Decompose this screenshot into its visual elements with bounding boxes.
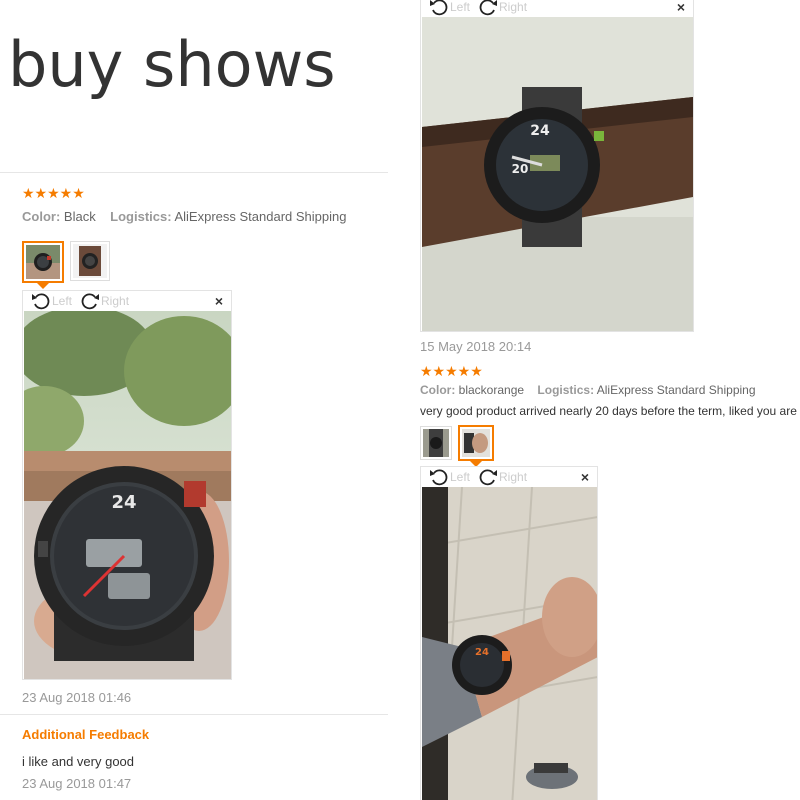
- close-icon[interactable]: ×: [677, 0, 685, 15]
- close-icon[interactable]: ×: [581, 469, 589, 485]
- rotate-right-icon: [479, 0, 498, 16]
- viewer-toolbar: Left Right ×: [421, 0, 693, 17]
- rotate-right-icon: [81, 293, 100, 310]
- watch-on-wrist-photo: 24 20: [422, 17, 693, 331]
- close-icon[interactable]: ×: [215, 293, 223, 309]
- rotate-left-button[interactable]: Left: [429, 0, 470, 16]
- color-value: Black: [63, 209, 96, 224]
- rotate-right-button[interactable]: Right: [478, 468, 527, 486]
- watch-on-hand-photo: 24: [24, 311, 231, 679]
- rotate-left-button[interactable]: Left: [429, 468, 470, 486]
- rotate-left-icon: [430, 0, 448, 16]
- svg-text:24: 24: [475, 647, 489, 658]
- review-comment: very good product arrived nearly 20 days…: [420, 404, 800, 418]
- rotate-left-label: Left: [450, 0, 471, 14]
- review-meta: Color: Black Logistics: AliExpress Stand…: [22, 209, 346, 224]
- watch-photo-thumbnail-image: [73, 244, 107, 278]
- rotate-right-label: Right: [101, 294, 130, 308]
- rating-stars: ★★★★★: [420, 363, 483, 379]
- additional-feedback-date: 23 Aug 2018 01:47: [22, 776, 132, 791]
- photo-viewer: Left Right × 24: [22, 290, 232, 680]
- logistics-value: AliExpress Standard Shipping: [174, 209, 347, 224]
- rotate-right-button[interactable]: Right: [478, 0, 527, 16]
- review-photo-thumbnail[interactable]: [420, 426, 452, 460]
- additional-feedback-heading: Additional Feedback: [22, 727, 150, 742]
- viewer-toolbar: Left Right ×: [23, 291, 231, 311]
- review-photo-thumbnail[interactable]: [70, 241, 110, 281]
- review-photo: 24: [422, 487, 597, 800]
- logistics-label: Logistics:: [110, 209, 172, 224]
- photo-viewer: Left Right × 24: [420, 466, 598, 800]
- page-title: buy shows: [8, 28, 336, 101]
- color-label: Color:: [22, 209, 61, 224]
- review-photo-thumbnail[interactable]: [458, 425, 494, 461]
- rotate-left-label: Left: [450, 470, 471, 484]
- active-thumbnail-caret: [37, 283, 49, 289]
- rotate-left-icon: [32, 293, 50, 310]
- rotate-right-button[interactable]: Right: [80, 292, 129, 310]
- divider: [0, 172, 388, 173]
- rotate-right-icon: [479, 469, 498, 486]
- watch-photo-thumbnail-image: [26, 245, 60, 279]
- additional-feedback-text: i like and very good: [22, 754, 135, 769]
- rotate-left-icon: [430, 469, 448, 486]
- rotate-left-label: Left: [52, 294, 73, 308]
- review-photo: 24: [24, 311, 231, 679]
- svg-text:24: 24: [530, 123, 550, 139]
- divider: [0, 714, 388, 715]
- review-date: 23 Aug 2018 01:46: [22, 690, 132, 705]
- logistics-label: Logistics:: [537, 383, 595, 397]
- rotate-right-label: Right: [499, 470, 528, 484]
- color-label: Color:: [420, 383, 456, 397]
- logistics-value: AliExpress Standard Shipping: [596, 383, 756, 397]
- svg-text:24: 24: [111, 492, 136, 513]
- color-value: blackorange: [458, 383, 525, 397]
- photo-viewer: Left Right × 24 20: [420, 0, 694, 332]
- rotate-right-label: Right: [499, 0, 528, 14]
- review-photo: 24 20: [422, 17, 693, 331]
- svg-text:20: 20: [512, 162, 529, 176]
- review-meta: Color: blackorange Logistics: AliExpress…: [420, 383, 756, 397]
- review-photo-thumbnail[interactable]: [22, 241, 64, 283]
- rating-stars: ★★★★★: [22, 185, 85, 201]
- watch-on-wrist-floor-photo: 24: [422, 487, 597, 800]
- review-date: 15 May 2018 20:14: [420, 339, 532, 354]
- watch-photo-thumbnail-image: [462, 429, 490, 457]
- watch-photo-thumbnail-image: [423, 429, 449, 457]
- rotate-left-button[interactable]: Left: [31, 292, 72, 310]
- viewer-toolbar: Left Right ×: [421, 467, 597, 487]
